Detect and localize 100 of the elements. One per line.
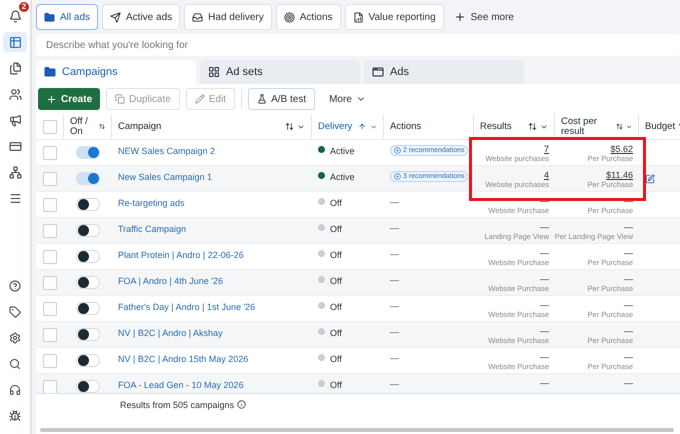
cost-value: — bbox=[624, 326, 633, 336]
row-checkbox[interactable] bbox=[43, 250, 57, 264]
plus-icon bbox=[454, 11, 466, 23]
cost-value: — bbox=[624, 300, 633, 310]
campaign-link[interactable]: NV | B2C | Andro 15th May 2026 bbox=[118, 354, 248, 364]
toggle-switch[interactable] bbox=[76, 302, 100, 315]
delivery-status: Off bbox=[330, 302, 342, 312]
filter-button[interactable]: All ads bbox=[36, 4, 98, 30]
campaign-link[interactable]: Traffic Campaign bbox=[118, 224, 186, 234]
row-checkbox[interactable] bbox=[43, 198, 57, 212]
campaign-link[interactable]: Re-targeting ads bbox=[118, 198, 185, 208]
campaign-link[interactable]: FOA - Lead Gen - 10 May 2026 bbox=[118, 380, 244, 390]
table-icon bbox=[8, 36, 22, 48]
campaign-link[interactable]: FOA | Andro | 4th June '26 bbox=[118, 276, 223, 286]
network-icon bbox=[8, 166, 22, 178]
tab[interactable]: Ad sets bbox=[200, 60, 360, 84]
delivery-status: Off bbox=[330, 198, 342, 208]
toggle-switch[interactable] bbox=[76, 354, 100, 367]
sort-icon bbox=[285, 122, 294, 131]
row-checkbox[interactable] bbox=[43, 224, 57, 238]
create-button[interactable]: Create bbox=[38, 88, 100, 110]
result-value: — bbox=[540, 378, 549, 388]
delivery-status: Off bbox=[330, 224, 342, 234]
delivery-status: Off bbox=[330, 354, 342, 364]
filter-button[interactable]: Actions bbox=[276, 4, 341, 30]
help-icon bbox=[9, 280, 21, 292]
documents-icon bbox=[8, 62, 22, 74]
delivery-status: Off bbox=[330, 328, 342, 338]
toggle-switch[interactable] bbox=[76, 172, 100, 185]
edit-icon[interactable] bbox=[645, 174, 655, 184]
campaign-link[interactable]: NV | B2C | Andro | Akshay bbox=[118, 328, 223, 338]
copy-icon bbox=[115, 94, 126, 104]
search-field[interactable]: Describe what you're looking for bbox=[36, 34, 680, 56]
empty-value: — bbox=[390, 353, 399, 363]
sidebar-item[interactable] bbox=[3, 32, 27, 52]
campaign-link[interactable]: Plant Protein | Andro | 22-06-26 bbox=[118, 250, 244, 260]
filter-button[interactable]: Active ads bbox=[102, 4, 180, 30]
campaign-link[interactable]: NEW Sales Campaign 2 bbox=[118, 146, 216, 156]
row-checkbox[interactable] bbox=[43, 302, 57, 316]
filter-button[interactable]: Had delivery bbox=[184, 4, 272, 30]
empty-value: — bbox=[390, 275, 399, 285]
column-header[interactable]: Budget bbox=[639, 114, 680, 139]
megaphone-icon bbox=[8, 114, 22, 126]
folder-icon bbox=[44, 12, 55, 22]
column-header[interactable]: Cost per result bbox=[555, 114, 639, 139]
toggle-switch[interactable] bbox=[76, 250, 100, 263]
pencil-icon bbox=[194, 94, 205, 104]
row-checkbox[interactable] bbox=[43, 172, 57, 186]
column-header[interactable]: Off / On bbox=[64, 114, 112, 139]
sort-icon bbox=[358, 122, 367, 131]
caret-icon bbox=[370, 122, 377, 130]
result-value: — bbox=[540, 326, 549, 336]
tag-icon bbox=[9, 306, 21, 318]
empty-value: — bbox=[390, 197, 399, 207]
plus-circle-icon bbox=[394, 147, 401, 154]
toggle-switch[interactable] bbox=[76, 328, 100, 341]
toggle-switch[interactable] bbox=[76, 224, 100, 237]
bell-icon bbox=[8, 10, 22, 22]
results-summary: Results from 505 campaigns bbox=[112, 394, 680, 426]
toggle-switch[interactable] bbox=[76, 146, 100, 159]
plus-circle-icon bbox=[394, 173, 401, 180]
cost-value: — bbox=[624, 378, 633, 388]
cost-value: — bbox=[624, 274, 633, 284]
bug-icon bbox=[9, 410, 21, 422]
row-checkbox[interactable] bbox=[43, 328, 57, 342]
result-value: — bbox=[540, 222, 549, 232]
people-icon bbox=[8, 88, 22, 100]
row-checkbox[interactable] bbox=[43, 354, 57, 368]
empty-value: — bbox=[390, 223, 399, 233]
column-header[interactable]: Results bbox=[474, 114, 555, 139]
row-checkbox[interactable] bbox=[43, 276, 57, 290]
toggle-switch[interactable] bbox=[76, 198, 100, 211]
delivery-status: Off bbox=[330, 276, 342, 286]
result-value: 4 bbox=[544, 170, 549, 180]
delivery-status: Active bbox=[330, 146, 355, 156]
report-icon bbox=[352, 12, 364, 22]
tab[interactable]: Ads bbox=[364, 60, 524, 84]
empty-value: — bbox=[390, 249, 399, 259]
campaign-link[interactable]: Father's Day | Andro | 1st June '26 bbox=[118, 302, 256, 312]
settings-icon bbox=[9, 332, 21, 344]
empty-value: — bbox=[390, 379, 399, 389]
result-value: — bbox=[540, 274, 549, 284]
delivery-status: Off bbox=[330, 380, 342, 390]
notification-badge: 2 bbox=[19, 2, 29, 12]
scrollbar[interactable] bbox=[40, 428, 674, 432]
row-checkbox[interactable] bbox=[43, 146, 57, 160]
column-header[interactable]: Delivery bbox=[312, 114, 384, 139]
ab-test-button[interactable]: A/B test bbox=[248, 88, 316, 110]
toggle-switch[interactable] bbox=[76, 276, 100, 289]
campaign-link[interactable]: New Sales Campaign 1 bbox=[118, 172, 212, 182]
column-header[interactable]: Campaign bbox=[112, 114, 312, 139]
result-value: — bbox=[540, 352, 549, 362]
column-header[interactable]: Actions bbox=[384, 114, 474, 139]
toggle-switch[interactable] bbox=[76, 380, 100, 393]
filter-button[interactable]: Value reporting bbox=[344, 4, 444, 30]
more-button[interactable]: More bbox=[321, 88, 374, 110]
see-more-button[interactable]: See more bbox=[448, 4, 520, 30]
row-checkbox[interactable] bbox=[43, 380, 57, 393]
tab[interactable]: Campaigns bbox=[36, 60, 196, 84]
select-all-checkbox[interactable] bbox=[42, 120, 56, 134]
